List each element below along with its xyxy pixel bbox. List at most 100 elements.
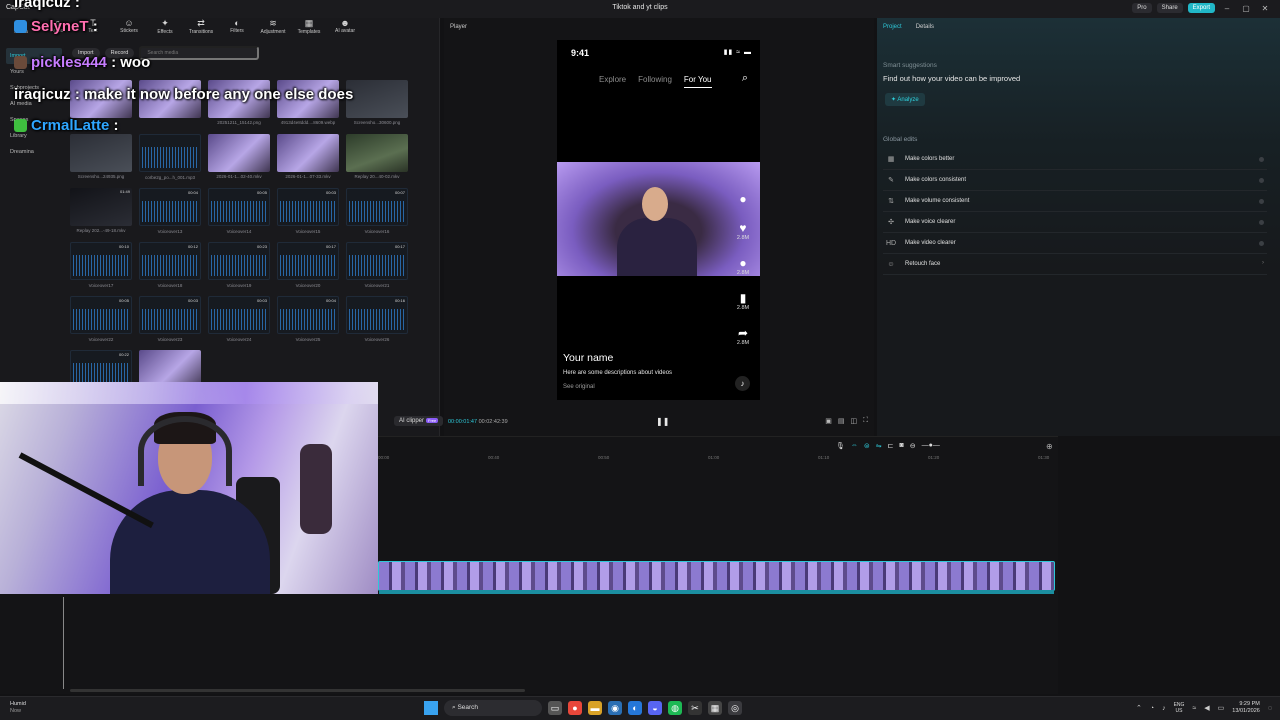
- notification-bell-icon[interactable]: ◌: [1268, 705, 1272, 712]
- media-filename: Voiceover22: [88, 337, 114, 342]
- media-item[interactable]: 00:04 Voiceover25: [277, 296, 339, 342]
- player-view-tools: ▣ ▤ ◫ ⛶: [825, 417, 868, 425]
- toggle-dot[interactable]: [1259, 220, 1264, 225]
- toolbar-templates[interactable]: ▦ Templates: [296, 18, 322, 40]
- toolbar-adjustment[interactable]: ≋ Adjustment: [260, 18, 286, 40]
- ai-clipper-button[interactable]: AI clipper Free: [394, 416, 444, 426]
- media-item[interactable]: 00:17 Voiceover20: [277, 242, 339, 288]
- media-item[interactable]: 2026-01-1...02-40.mkv: [208, 134, 270, 179]
- media-item[interactable]: Replay 20...40-02.mkv: [346, 134, 408, 179]
- chat-username: iraqicuz: [14, 0, 71, 11]
- toolbar-ai-avatar[interactable]: ☻ AI avatar: [332, 18, 358, 40]
- media-item[interactable]: Screensho...30600.png: [346, 80, 408, 125]
- tab-project[interactable]: Project: [883, 24, 902, 30]
- analyze-button[interactable]: ✦ Analyze: [885, 93, 925, 106]
- global-edit-item[interactable]: ✣ Make voice clearer: [883, 212, 1267, 233]
- toolbar-effects[interactable]: ✦ Effects: [152, 18, 178, 40]
- chrome-icon[interactable]: ●: [568, 701, 582, 715]
- media-item[interactable]: 00:16 Voiceover26: [346, 296, 408, 342]
- tab-details[interactable]: Details: [916, 24, 934, 30]
- mic-icon[interactable]: 🎙: [836, 442, 845, 450]
- steam-icon[interactable]: ◉: [608, 701, 622, 715]
- close-icon[interactable]: ✕: [1258, 4, 1272, 13]
- calculator-icon[interactable]: ▦: [708, 701, 722, 715]
- media-item[interactable]: 00:10 Voiceover17: [70, 242, 132, 288]
- global-edit-item[interactable]: HD Make video clearer: [883, 233, 1267, 254]
- pro-button[interactable]: Pro: [1132, 3, 1152, 13]
- toggle-dot[interactable]: [1259, 178, 1264, 183]
- media-duration: 01:49: [119, 189, 130, 194]
- snapshot-icon[interactable]: ◫: [850, 417, 857, 425]
- zoom-slider[interactable]: —●—: [922, 442, 940, 450]
- media-item[interactable]: 00:07 Voiceover16: [346, 188, 408, 234]
- global-edit-item[interactable]: ☺ Retouch face ›: [883, 254, 1267, 275]
- minimize-icon[interactable]: –: [1220, 4, 1234, 13]
- global-edit-item[interactable]: ⇅ Make volume consistent: [883, 191, 1267, 212]
- media-filename: Screensho...24935.png: [77, 174, 125, 179]
- ratio-icon[interactable]: ▣: [825, 417, 832, 425]
- pause-icon[interactable]: ❚❚: [656, 417, 669, 426]
- sidebar-item-dreamina[interactable]: Dreamina: [6, 144, 62, 160]
- media-item[interactable]: 00:12 Voiceover18: [139, 242, 201, 288]
- toolbar-transitions[interactable]: ⇄ Transitions: [188, 18, 214, 40]
- media-item[interactable]: corbe2g_po...h_001.mp3: [139, 134, 201, 180]
- safe-area-icon[interactable]: ▤: [838, 417, 845, 425]
- media-item[interactable]: 01:49 Replay 202...-49-18.mkv: [70, 188, 132, 233]
- toggle-dot[interactable]: [1259, 157, 1264, 162]
- media-item[interactable]: 00:03 Voiceover23: [139, 296, 201, 342]
- windows-start-icon[interactable]: [424, 701, 438, 715]
- media-item[interactable]: 00:17 Voiceover21: [346, 242, 408, 288]
- chevron-up-icon[interactable]: ⌃: [1136, 704, 1142, 712]
- taskview-icon[interactable]: ▭: [548, 701, 562, 715]
- media-item[interactable]: 00:23 Voiceover19: [208, 242, 270, 288]
- details-panel: Project Details Smart suggestions Find o…: [877, 18, 1280, 436]
- obs-icon[interactable]: ◎: [728, 701, 742, 715]
- media-item[interactable]: 00:03 Voiceover24: [208, 296, 270, 342]
- player-title: Player: [450, 24, 468, 30]
- global-edit-item[interactable]: ✎ Make colors consistent: [883, 170, 1267, 191]
- speaker-icon[interactable]: ◀: [1204, 704, 1209, 712]
- chat-username: SelyneT: [31, 18, 89, 35]
- search-input[interactable]: [139, 46, 260, 60]
- media-item[interactable]: 00:03 Voiceover15: [277, 188, 339, 234]
- taskbar-search[interactable]: ⌕ Search: [444, 700, 542, 716]
- weather-widget[interactable]: Humid Now: [10, 701, 26, 715]
- volume-icon[interactable]: ♪: [1162, 705, 1166, 712]
- export-button[interactable]: Export: [1187, 3, 1215, 13]
- discord-icon[interactable]: ◒: [648, 701, 662, 715]
- capcut-icon[interactable]: ✂: [688, 701, 702, 715]
- network-icon[interactable]: ◔: [1150, 705, 1154, 712]
- battery-icon[interactable]: ▭: [1218, 704, 1225, 712]
- spotify-icon[interactable]: ◍: [668, 701, 682, 715]
- global-edit-item[interactable]: ▦ Make colors better: [883, 149, 1267, 170]
- maximize-icon[interactable]: ▢: [1239, 4, 1253, 13]
- clock[interactable]: 9:29 PM 13/01/2026: [1232, 701, 1260, 715]
- caption-icon[interactable]: ◙: [900, 442, 904, 450]
- add-track-icon[interactable]: ⊕: [1046, 442, 1053, 451]
- zoom-out-icon[interactable]: ⊖: [910, 442, 916, 450]
- share-button[interactable]: Share: [1156, 3, 1183, 13]
- global-edits-title: Global edits: [883, 136, 918, 143]
- toggle-dot[interactable]: [1259, 199, 1264, 204]
- file-explorer-icon[interactable]: ▬: [588, 701, 602, 715]
- media-item[interactable]: 00:05 Voiceover22: [70, 296, 132, 342]
- fullscreen-icon[interactable]: ⛶: [863, 417, 868, 425]
- waveform: [280, 309, 336, 330]
- toolbar-stickers[interactable]: ☺ Stickers: [116, 18, 142, 40]
- playhead[interactable]: [63, 597, 64, 689]
- language-indicator[interactable]: ENG US: [1174, 702, 1185, 714]
- link-icon[interactable]: ⇔: [851, 442, 858, 450]
- magnet-icon[interactable]: ⊜: [864, 442, 870, 450]
- media-item[interactable]: Screensho...24935.png: [70, 134, 132, 179]
- media-item[interactable]: 00:04 Voiceover13: [139, 188, 201, 234]
- preview-axis-icon[interactable]: ⊏: [888, 442, 894, 450]
- wifi-icon[interactable]: ≈: [1192, 705, 1196, 712]
- media-item[interactable]: 2026-01-1...07-33.mkv: [277, 134, 339, 179]
- snap-icon[interactable]: ⇋: [876, 442, 882, 450]
- main-video-track[interactable]: [378, 561, 1055, 594]
- edge-icon[interactable]: ◐: [628, 701, 642, 715]
- media-item[interactable]: 00:05 Voiceover14: [208, 188, 270, 234]
- timeline-scrollbar[interactable]: [70, 689, 525, 692]
- toolbar-filters[interactable]: ◐ Filters: [224, 18, 250, 40]
- toggle-dot[interactable]: [1259, 241, 1264, 246]
